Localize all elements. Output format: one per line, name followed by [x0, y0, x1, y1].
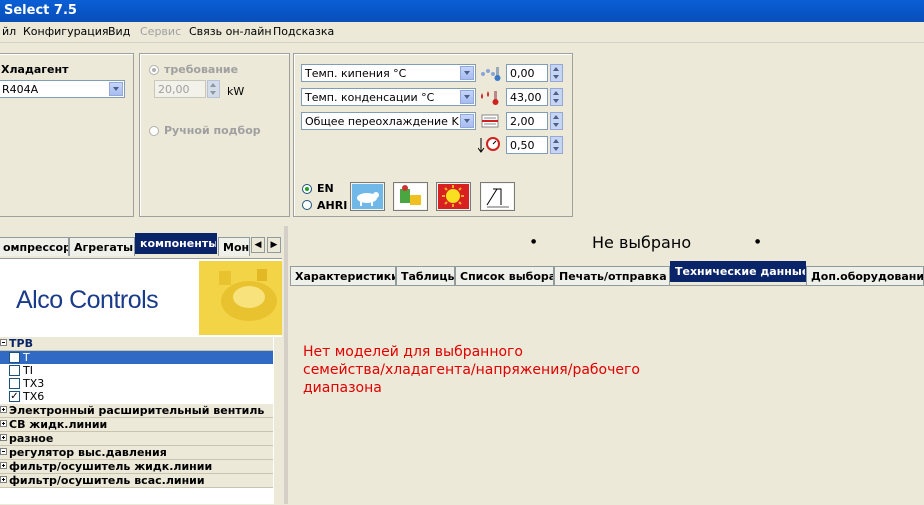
tab-components[interactable]: компоненты — [135, 233, 217, 254]
requirement-radio — [149, 65, 159, 75]
tree-group-tpb[interactable]: TPB — [0, 337, 273, 351]
capacity-unit: kW — [227, 85, 245, 98]
technical-data-panel: Нет моделей для выбранного семейства/хла… — [290, 285, 924, 505]
collapse-icon[interactable] — [0, 448, 7, 455]
status-dot-right: ● — [755, 238, 761, 245]
shopping-icon — [395, 184, 426, 209]
subcooling-spinner[interactable] — [550, 112, 563, 130]
sun-icon — [438, 184, 469, 209]
evaporating-temp-input[interactable]: 0,00 — [506, 64, 548, 82]
tree-item-checkbox[interactable]: ✓ — [9, 391, 20, 402]
expand-icon[interactable] — [0, 406, 7, 413]
supermarket-button[interactable] — [393, 182, 428, 211]
menu-online[interactable]: Связь он-лайн — [189, 25, 272, 38]
tree-item-ti[interactable]: TI — [0, 364, 273, 377]
condensing-temp-spinner[interactable] — [550, 88, 563, 106]
menu-configuration[interactable]: Конфигурация — [23, 25, 109, 38]
subcooling-input[interactable]: 2,00 — [506, 112, 548, 130]
evaporating-temp-spinner[interactable] — [550, 64, 563, 82]
refrigerant-select[interactable]: R404A — [0, 80, 125, 98]
tab-tables[interactable]: Таблицы — [396, 266, 455, 285]
tab-units[interactable]: Агрегаты — [69, 237, 135, 256]
pressure-drop-spinner[interactable] — [550, 136, 563, 154]
tree-item-t[interactable]: T — [0, 351, 273, 364]
tree-item-tx3[interactable]: TX3 — [0, 377, 273, 390]
condensing-temp-select[interactable]: Темп. конденсации °C — [301, 88, 476, 106]
brand-banner: Alco Controls — [0, 258, 282, 337]
product-image — [199, 261, 282, 335]
menu-file[interactable]: йл — [2, 25, 16, 38]
tree-group-electronic-valve[interactable]: Электронный расширительный вентиль — [0, 404, 273, 418]
collapse-icon[interactable] — [0, 339, 7, 346]
tab-scroll-left-icon[interactable]: ◀ — [251, 237, 265, 253]
polar-bear-button[interactable] — [350, 182, 385, 211]
expand-icon[interactable] — [0, 420, 7, 427]
capacity-spinner — [207, 80, 220, 98]
tab-technical-data[interactable]: Технические данные — [670, 261, 806, 282]
standard-en-label: EN — [317, 182, 334, 195]
brand-name: Alco Controls — [16, 286, 159, 314]
manual-selection-label: Ручной подбор — [164, 124, 261, 137]
component-tree: TPB T TI TX3 ✓ TX6 Электронный расширите… — [0, 337, 274, 504]
polar-bear-icon — [352, 184, 383, 209]
menu-view[interactable]: Вид — [108, 25, 130, 38]
tab-characteristics[interactable]: Характеристики — [290, 266, 396, 285]
tab-print-send[interactable]: Печать/отправка — [554, 266, 670, 285]
panel-splitter[interactable] — [284, 226, 288, 504]
expand-icon[interactable] — [0, 462, 7, 469]
condensation-icon — [481, 91, 499, 105]
chevron-down-icon[interactable] — [460, 66, 474, 80]
standard-ahri-label: AHRI — [317, 199, 348, 212]
tree-group-liquid-filter-drier[interactable]: фильтр/осушитель жидк.линии — [0, 460, 273, 474]
diagram-button[interactable] — [480, 182, 515, 211]
standard-ahri-radio[interactable] — [302, 200, 312, 210]
tab-accessories[interactable]: Доп.оборудование — [806, 266, 924, 285]
menu-bar: йл Конфигурация Вид Сервис Связь он-лайн… — [0, 22, 924, 43]
capacity-panel: требование 20,00 kW Ручной подбор — [139, 53, 290, 217]
subcooling-icon — [481, 114, 499, 128]
chevron-down-icon[interactable] — [109, 82, 123, 96]
tab-more[interactable]: Мон — [218, 237, 250, 256]
chevron-down-icon[interactable] — [460, 114, 474, 128]
subcooling-select[interactable]: Общее переохлаждение K — [301, 112, 476, 130]
tree-group-liquid-line-valve[interactable]: СВ жидк.линии — [0, 418, 273, 432]
refrigerant-panel: Хладагент R404A — [0, 53, 134, 217]
tree-item-checkbox[interactable] — [9, 352, 20, 363]
tree-item-checkbox[interactable] — [9, 378, 20, 389]
standard-en-radio[interactable] — [302, 184, 312, 194]
expand-icon[interactable] — [0, 476, 7, 483]
evaporation-icon — [481, 67, 501, 81]
selection-status: Не выбрано — [592, 233, 692, 252]
chevron-down-icon[interactable] — [460, 90, 474, 104]
tab-scroll-right-icon[interactable]: ▶ — [267, 237, 281, 253]
condensing-temp-input[interactable]: 43,00 — [506, 88, 548, 106]
pressure-drop-icon — [478, 137, 500, 153]
evaporating-temp-select[interactable]: Темп. кипения °C — [301, 64, 476, 82]
diagram-icon — [482, 184, 513, 209]
tab-selection-list[interactable]: Список выбора — [455, 266, 554, 285]
status-dot-left: ● — [531, 238, 537, 245]
window-title: Select 7.5 — [4, 3, 77, 18]
tab-compressors[interactable]: омпрессоры — [0, 237, 69, 256]
menu-help[interactable]: Подсказка — [273, 25, 334, 38]
tree-group-suction-filter-drier[interactable]: фильтр/осушитель всас.линии — [0, 474, 273, 488]
manual-radio — [149, 126, 159, 136]
conditions-panel: Темп. кипения °C 0,00 Темп. конденсации … — [293, 53, 573, 217]
air-conditioning-button[interactable] — [436, 182, 471, 211]
status-area: ● Не выбрано ● — [290, 228, 924, 258]
menu-service: Сервис — [140, 25, 182, 38]
no-models-message: Нет моделей для выбранного семейства/хла… — [303, 344, 640, 396]
expand-icon[interactable] — [0, 434, 7, 441]
tree-group-high-pressure-regulator[interactable]: регулятор выс.давления — [0, 446, 273, 460]
title-bar: Select 7.5 — [0, 0, 924, 22]
tree-item-checkbox[interactable] — [9, 365, 20, 376]
refrigerant-label: Хладагент — [1, 63, 69, 76]
tree-group-misc[interactable]: разное — [0, 432, 273, 446]
pressure-drop-input[interactable]: 0,50 — [506, 136, 548, 154]
requirement-label: требование — [164, 63, 239, 76]
tree-item-tx6[interactable]: ✓ TX6 — [0, 390, 273, 403]
capacity-input: 20,00 — [154, 80, 206, 98]
